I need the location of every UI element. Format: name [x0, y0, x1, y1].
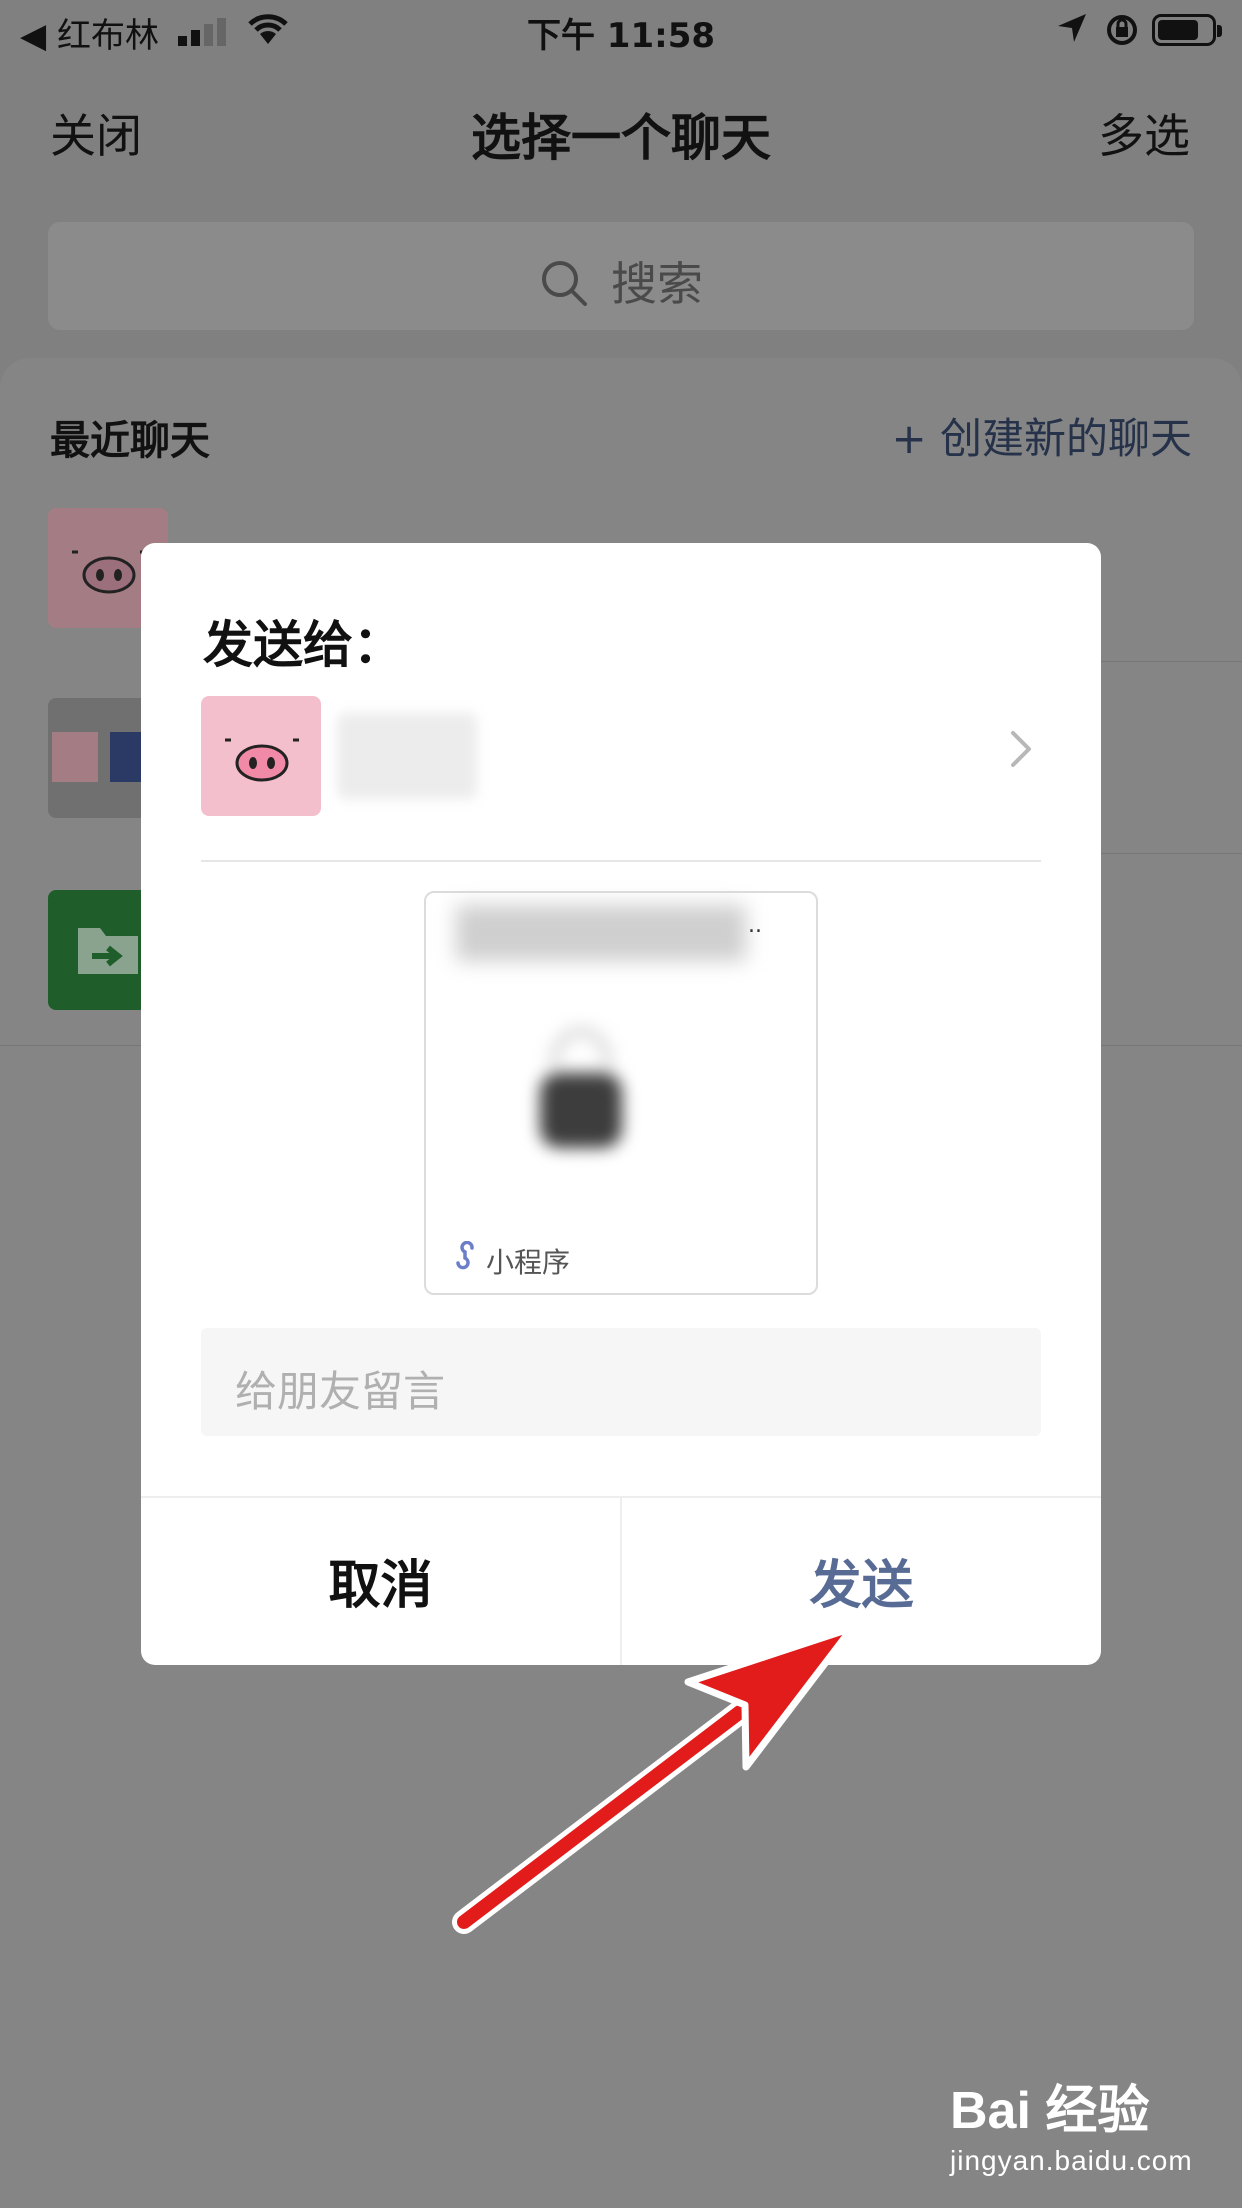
location-icon	[1058, 14, 1086, 42]
avatar-tile	[52, 732, 98, 782]
card-title-redacted	[456, 905, 746, 961]
battery-icon	[1152, 14, 1222, 46]
divider	[201, 860, 1041, 862]
status-bar: ◀ 红布林 下午 11:58	[0, 0, 1242, 60]
watermark-url: jingyan.baidu.com	[950, 2145, 1193, 2176]
mini-program-card: .. 小程序	[424, 891, 818, 1295]
dialog-title: 发送给：	[203, 616, 403, 674]
message-input[interactable]: 给朋友留言	[201, 1328, 1041, 1436]
recent-chats-label: 最近聊天	[50, 418, 210, 464]
send-dialog: 发送给： .. 小程序 给朋友留言 取消 发送	[141, 543, 1101, 1665]
annotation-arrow	[452, 1624, 856, 1934]
watermark-brand: Bai 经验	[950, 2082, 1150, 2140]
mini-program-tag: 小程序	[486, 1246, 571, 1279]
message-placeholder: 给朋友留言	[235, 1367, 446, 1416]
search-placeholder-text: 搜索	[611, 257, 703, 311]
chevron-right-icon[interactable]	[1009, 729, 1033, 769]
watermark: Bai 经验 jingyan.baidu.com	[950, 2068, 1193, 2177]
pig-icon	[225, 738, 299, 782]
ellipsis: ..	[748, 913, 762, 938]
search-icon	[542, 261, 587, 306]
multi-select-button[interactable]: 多选	[1098, 100, 1190, 166]
search-placeholder: 搜索	[48, 248, 1194, 314]
page-title: 选择一个聊天	[471, 109, 771, 167]
recipient-avatar	[201, 696, 321, 816]
search-input[interactable]: 搜索	[48, 222, 1194, 330]
mini-program-icon	[456, 1241, 474, 1270]
rotation-lock-icon	[1107, 15, 1137, 45]
create-new-chat-button[interactable]: + 创建新的聊天	[891, 405, 1192, 466]
card-thumbnail	[539, 1026, 623, 1148]
recipient-name-redacted	[337, 713, 477, 799]
